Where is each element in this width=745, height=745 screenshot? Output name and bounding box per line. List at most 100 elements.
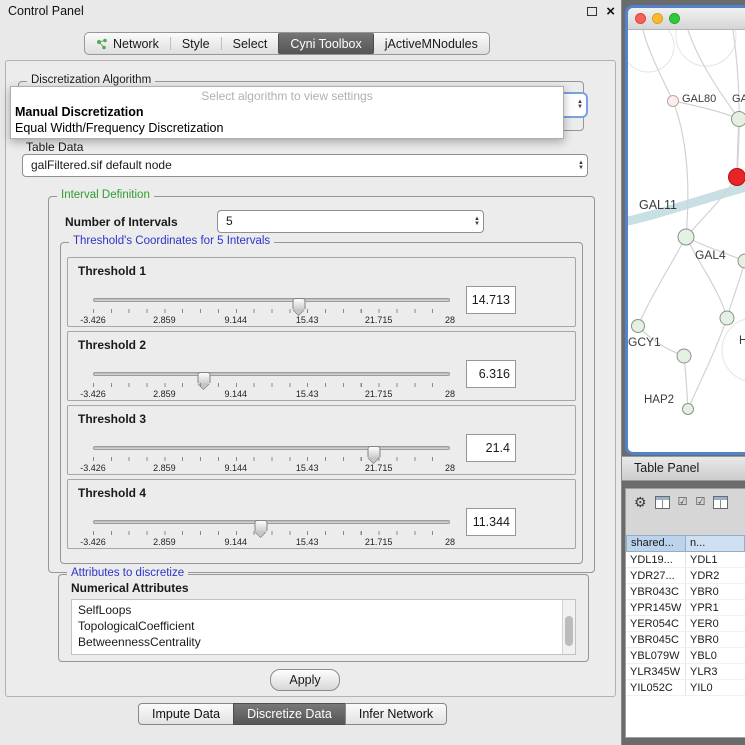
network-window-titlebar bbox=[628, 8, 745, 30]
slider-handle[interactable] bbox=[198, 372, 211, 383]
cell-name: YBR0 bbox=[686, 632, 745, 647]
window-minimize-button[interactable] bbox=[652, 13, 663, 24]
float-window-icon[interactable] bbox=[587, 7, 597, 16]
window-close-button[interactable] bbox=[635, 13, 646, 24]
slider-track[interactable] bbox=[93, 446, 450, 450]
interval-definition-title: Interval Definition bbox=[57, 189, 154, 201]
tab-discretize-data[interactable]: Discretize Data bbox=[233, 703, 346, 725]
slider-track[interactable] bbox=[93, 520, 450, 524]
cell-shared-name: YER054C bbox=[626, 616, 686, 631]
tab-network[interactable]: Network bbox=[85, 33, 170, 54]
network-node[interactable] bbox=[631, 319, 645, 333]
tab-select[interactable]: Select bbox=[222, 33, 279, 54]
cell-name: YBR0 bbox=[686, 584, 745, 599]
window-title: Control Panel bbox=[8, 4, 84, 18]
threshold-slider: -3.426 2.859 9.144 15.43 21.715 28 bbox=[93, 514, 450, 548]
toolbar-spacer bbox=[626, 515, 745, 535]
columns-icon[interactable] bbox=[655, 496, 670, 509]
network-view-window: GAL80 GA GAL11 GAL4 GCY1 HAP2 H bbox=[625, 5, 745, 455]
slider-track[interactable] bbox=[93, 372, 450, 376]
slider-track[interactable] bbox=[93, 298, 450, 302]
slider-handle[interactable] bbox=[254, 520, 267, 531]
spinner-icon: ▲ ▼ bbox=[578, 161, 584, 171]
tab-style[interactable]: Style bbox=[171, 33, 221, 54]
scale-label: -3.426 bbox=[80, 537, 106, 547]
gear-icon[interactable]: ⚙ bbox=[634, 495, 647, 509]
add-table-icon[interactable] bbox=[713, 496, 728, 509]
slider-handle[interactable] bbox=[368, 446, 381, 457]
scale-label: 21.715 bbox=[365, 389, 393, 399]
scale-label: 9.144 bbox=[225, 315, 248, 325]
threshold-label: Threshold 2 bbox=[78, 338, 146, 352]
spinner-down-icon: ▼ bbox=[578, 166, 584, 171]
number-of-intervals-label: Number of Intervals bbox=[65, 215, 178, 229]
tab-impute-data[interactable]: Impute Data bbox=[138, 703, 234, 725]
scale-label: 28 bbox=[445, 389, 455, 399]
tab-cyni-toolbox[interactable]: Cyni Toolbox bbox=[278, 33, 373, 54]
apply-button[interactable]: Apply bbox=[270, 669, 340, 691]
cell-name: YER0 bbox=[686, 616, 745, 631]
threshold-value-input[interactable]: 11.344 bbox=[466, 508, 516, 536]
table-data-select[interactable]: galFiltered.sif default node ▲ ▼ bbox=[22, 154, 588, 177]
table-row[interactable]: YDL19... YDL1 bbox=[626, 552, 745, 568]
attribute-item[interactable]: TopologicalCoefficient bbox=[78, 618, 575, 634]
network-node[interactable] bbox=[728, 168, 745, 186]
control-panel-titlebar: Control Panel × bbox=[0, 0, 621, 22]
select-column-icon[interactable]: ☑ bbox=[695, 497, 705, 508]
cell-shared-name: YBR045C bbox=[626, 632, 686, 647]
table-panel-header: Table Panel bbox=[622, 456, 745, 481]
network-node[interactable] bbox=[720, 311, 735, 326]
table-row[interactable]: YER054C YER0 bbox=[626, 616, 745, 632]
scale-label: -3.426 bbox=[80, 315, 106, 325]
table-row[interactable]: YBR045C YBR0 bbox=[626, 632, 745, 648]
algorithm-option-list: Manual DiscretizationEqual Width/Frequen… bbox=[11, 104, 563, 136]
network-node[interactable] bbox=[731, 111, 745, 127]
select-all-icon[interactable]: ☑ bbox=[678, 497, 688, 508]
algorithm-option[interactable]: Equal Width/Frequency Discretization bbox=[11, 120, 563, 136]
network-node[interactable] bbox=[677, 349, 692, 364]
algorithm-option[interactable]: Manual Discretization bbox=[11, 104, 563, 120]
column-header-name[interactable]: n... bbox=[686, 535, 745, 552]
tab-select-label: Select bbox=[233, 37, 268, 51]
slider-scale: -3.426 2.859 9.144 15.43 21.715 28 bbox=[93, 389, 450, 399]
table-row[interactable]: YBL079W YBL0 bbox=[626, 648, 745, 664]
table-row[interactable]: YLR345W YLR3 bbox=[626, 664, 745, 680]
threshold-label: Threshold 4 bbox=[78, 486, 146, 500]
network-node[interactable] bbox=[678, 229, 695, 246]
scale-label: 2.859 bbox=[153, 463, 176, 473]
network-node[interactable] bbox=[682, 403, 694, 415]
window-zoom-button[interactable] bbox=[669, 13, 680, 24]
tab-jactivemnodules[interactable]: jActiveMNodules bbox=[374, 33, 489, 54]
scale-label: 28 bbox=[445, 315, 455, 325]
table-row[interactable]: YBR043C YBR0 bbox=[626, 584, 745, 600]
discretization-group-title: Discretization Algorithm bbox=[27, 74, 155, 86]
slider-handle[interactable] bbox=[292, 298, 305, 309]
column-header-shared-name[interactable]: shared... bbox=[626, 535, 686, 552]
threshold-value-input[interactable]: 21.4 bbox=[466, 434, 516, 462]
list-scrollbar[interactable] bbox=[562, 600, 575, 654]
scale-label: 15.43 bbox=[296, 389, 319, 399]
spinner-icon: ▲ ▼ bbox=[474, 217, 480, 227]
threshold-value-input[interactable]: 6.316 bbox=[466, 360, 516, 388]
table-row[interactable]: YPR145W YPR1 bbox=[626, 600, 745, 616]
attribute-item[interactable]: SelfLoops bbox=[78, 602, 575, 618]
threshold-slider: -3.426 2.859 9.144 15.43 21.715 28 bbox=[93, 440, 450, 474]
attribute-item[interactable]: BetweennessCentrality bbox=[78, 634, 575, 650]
cyni-toolbox-panel: Discretization Algorithm ▲ ▼ Select algo… bbox=[5, 60, 616, 697]
threshold-value-input[interactable]: 14.713 bbox=[466, 286, 516, 314]
attributes-listbox: SelfLoopsTopologicalCoefficientBetweenne… bbox=[71, 599, 576, 655]
table-row[interactable]: YIL052C YIL0 bbox=[626, 680, 745, 696]
network-canvas[interactable]: GAL80 GA GAL11 GAL4 GCY1 HAP2 H bbox=[628, 30, 745, 451]
tab-infer-network[interactable]: Infer Network bbox=[345, 703, 447, 725]
numerical-attributes-label: Numerical Attributes bbox=[71, 581, 189, 595]
slider-ticks bbox=[93, 309, 450, 313]
table-row[interactable]: YDR27... YDR2 bbox=[626, 568, 745, 584]
close-icon[interactable]: × bbox=[606, 4, 615, 19]
slider-ticks bbox=[93, 457, 450, 461]
cell-name: YIL0 bbox=[686, 680, 745, 695]
scale-label: 15.43 bbox=[296, 315, 319, 325]
control-panel-window: Control Panel × Network Style Select bbox=[0, 0, 622, 745]
number-of-intervals-select[interactable]: 5 ▲ ▼ bbox=[217, 210, 484, 233]
scrollbar-thumb[interactable] bbox=[565, 616, 573, 646]
network-node[interactable] bbox=[667, 95, 679, 107]
